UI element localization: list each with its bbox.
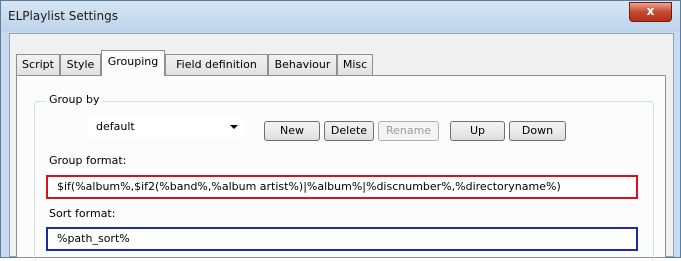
close-icon: x [646,4,655,18]
tab-label: Script [22,58,54,71]
tab-label: Behaviour [274,58,331,71]
group-by-label: Group by [46,93,103,106]
tab-script[interactable]: Script [16,54,60,75]
tab-label: Style [66,58,95,71]
tab-label: Grouping [107,55,159,68]
rename-button[interactable]: Rename [378,121,439,141]
tab-grouping[interactable]: Grouping [101,50,165,76]
group-format-label: Group format: [49,154,127,167]
tab-misc[interactable]: Misc [337,54,373,75]
group-by-selected-value: default [96,120,135,133]
tab-field-definition[interactable]: Field definition [165,54,268,75]
up-button[interactable]: Up [450,121,505,141]
dropdown-arrow-icon [230,125,238,129]
group-format-field[interactable]: $if(%album%,$if2(%band%,%album artist%)|… [46,175,638,199]
sort-format-field[interactable]: %path_sort% [46,227,638,251]
new-button[interactable]: New [264,121,320,141]
delete-button[interactable]: Delete [324,121,374,141]
down-button[interactable]: Down [509,121,566,141]
tab-behaviour[interactable]: Behaviour [268,54,337,75]
group-by-select[interactable]: default [88,117,244,138]
tab-label: Field definition [176,58,257,71]
close-button[interactable]: x [629,2,672,22]
sort-format-label: Sort format: [49,207,116,220]
title-bar: ELPlaylist Settings x [1,1,680,32]
tab-style[interactable]: Style [60,54,101,75]
window-title: ELPlaylist Settings [8,9,118,23]
tab-label: Misc [342,58,368,71]
